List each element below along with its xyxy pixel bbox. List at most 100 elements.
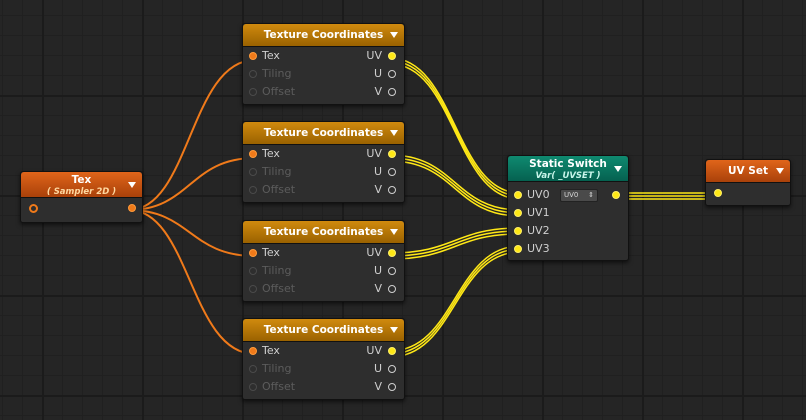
output-label-u: U: [373, 264, 382, 277]
tiling-input-pin-icon[interactable]: [249, 168, 257, 176]
input-label-offset: Offset: [262, 85, 296, 98]
texture-coordinates-node[interactable]: Texture Coordinates Tex UV Tiling U Offs…: [242, 220, 405, 302]
tex-node-header[interactable]: Tex ( Sampler 2D ): [21, 172, 142, 198]
collapse-arrow-icon[interactable]: [390, 229, 398, 235]
offset-input-pin-icon[interactable]: [249, 88, 257, 96]
v-output-pin-icon[interactable]: [388, 383, 396, 391]
wire-tc4-to-uv3-a: [389, 245, 521, 352]
texture-coordinates-header[interactable]: Texture Coordinates: [243, 319, 404, 342]
updown-arrows-icon: ⇕: [588, 191, 594, 199]
wire-tc4-to-uv3-c: [389, 251, 521, 358]
v-output-pin-icon[interactable]: [388, 88, 396, 96]
port-row-uv1: UV1: [508, 204, 628, 222]
texture-coordinates-node[interactable]: Texture Coordinates Tex UV Tiling U Offs…: [242, 121, 405, 203]
port-row-tex: Tex UV: [243, 342, 404, 360]
output-label-uv: UV: [366, 344, 382, 357]
offset-input-pin-icon[interactable]: [249, 285, 257, 293]
wire-tc3-to-uv2-a: [389, 227, 521, 254]
input-label-uv0: UV0: [527, 188, 550, 201]
input-label-tex: Tex: [262, 49, 280, 62]
uv1-input-pin-icon[interactable]: [514, 209, 522, 217]
u-output-pin-icon[interactable]: [388, 365, 396, 373]
v-output-pin-icon[interactable]: [388, 285, 396, 293]
wire-tc4-to-uv3-b: [389, 248, 521, 355]
uv-output-pin-icon[interactable]: [388, 150, 396, 158]
port-row-offset: Offset V: [243, 181, 404, 199]
tex-input-pin-icon[interactable]: [29, 204, 38, 213]
output-label-uv: UV: [366, 246, 382, 259]
tex-input-pin-icon[interactable]: [249, 347, 257, 355]
texture-coordinates-header[interactable]: Texture Coordinates: [243, 24, 404, 47]
uv-set-node[interactable]: UV Set: [705, 159, 791, 206]
uv3-input-pin-icon[interactable]: [514, 245, 522, 253]
collapse-arrow-icon[interactable]: [128, 181, 136, 188]
tex-input-pin-icon[interactable]: [249, 52, 257, 60]
tex-node-subtitle: ( Sampler 2D ): [46, 187, 117, 197]
static-switch-header[interactable]: Static Switch Var( _UVSET ): [508, 156, 628, 182]
tex-node[interactable]: Tex ( Sampler 2D ): [20, 171, 143, 223]
texture-coordinates-node[interactable]: Texture Coordinates Tex UV Tiling U Offs…: [242, 318, 405, 400]
port-row-tiling: Tiling U: [243, 163, 404, 181]
collapse-arrow-icon[interactable]: [390, 327, 398, 333]
port-row-tex: Tex UV: [243, 244, 404, 262]
uv-set-header[interactable]: UV Set: [706, 160, 790, 183]
tex-node-title: Tex: [71, 174, 92, 186]
port-row-tex: Tex UV: [243, 145, 404, 163]
input-label-offset: Offset: [262, 183, 296, 196]
uv-set-input-pin-icon[interactable]: [714, 189, 722, 197]
port-row-tiling: Tiling U: [243, 360, 404, 378]
node-title: Texture Coordinates: [263, 127, 384, 139]
texture-coordinates-node[interactable]: Texture Coordinates Tex UV Tiling U Offs…: [242, 23, 405, 105]
u-output-pin-icon[interactable]: [388, 70, 396, 78]
input-label-offset: Offset: [262, 380, 296, 393]
uv2-input-pin-icon[interactable]: [514, 227, 522, 235]
offset-input-pin-icon[interactable]: [249, 383, 257, 391]
collapse-arrow-icon[interactable]: [390, 32, 398, 38]
input-label-tiling: Tiling: [262, 165, 292, 178]
uvset-dropdown-value: UV0: [564, 191, 579, 199]
node-title: Texture Coordinates: [263, 226, 384, 238]
wire-tex-to-tc1: [128, 59, 256, 211]
output-pin-icon[interactable]: [612, 191, 620, 199]
tiling-input-pin-icon[interactable]: [249, 365, 257, 373]
wire-tc3-to-uv2-b: [389, 230, 521, 257]
uv0-input-pin-icon[interactable]: [514, 191, 522, 199]
wire-tex-to-tc3: [128, 209, 256, 257]
uv-output-pin-icon[interactable]: [388, 52, 396, 60]
uv-output-pin-icon[interactable]: [388, 249, 396, 257]
uvset-dropdown[interactable]: UV0 ⇕: [560, 189, 598, 202]
output-label-uv: UV: [366, 147, 382, 160]
input-label-uv2: UV2: [527, 224, 550, 237]
tex-input-pin-icon[interactable]: [249, 249, 257, 257]
u-output-pin-icon[interactable]: [388, 267, 396, 275]
wire-tc3-to-uv2-c: [389, 233, 521, 260]
input-label-tiling: Tiling: [262, 67, 292, 80]
texture-coordinates-header[interactable]: Texture Coordinates: [243, 122, 404, 145]
collapse-arrow-icon[interactable]: [390, 130, 398, 136]
texture-coordinates-header[interactable]: Texture Coordinates: [243, 221, 404, 244]
offset-input-pin-icon[interactable]: [249, 186, 257, 194]
wire-tc2-to-uv1-c: [389, 160, 521, 217]
output-label-v: V: [374, 282, 382, 295]
port-row-uv0: UV0 UV0 ⇕: [508, 186, 628, 204]
graph-canvas[interactable]: Tex ( Sampler 2D ) Texture Coordinates T…: [0, 0, 806, 420]
static-switch-node[interactable]: Static Switch Var( _UVSET ) UV0 UV0 ⇕ UV…: [507, 155, 629, 261]
v-output-pin-icon[interactable]: [388, 186, 396, 194]
output-label-u: U: [373, 362, 382, 375]
port-row-offset: Offset V: [243, 83, 404, 101]
tiling-input-pin-icon[interactable]: [249, 70, 257, 78]
wire-tc1-to-uv0-c: [389, 63, 521, 200]
collapse-arrow-icon[interactable]: [776, 168, 784, 174]
port-row-uv3: UV3: [508, 240, 628, 258]
static-switch-title: Static Switch: [529, 158, 607, 170]
tex-output-pin-icon[interactable]: [128, 204, 136, 212]
uv-output-pin-icon[interactable]: [388, 347, 396, 355]
input-label-offset: Offset: [262, 282, 296, 295]
port-row-tex: Tex UV: [243, 47, 404, 65]
port-row-offset: Offset V: [243, 280, 404, 298]
tex-input-pin-icon[interactable]: [249, 150, 257, 158]
tiling-input-pin-icon[interactable]: [249, 267, 257, 275]
collapse-arrow-icon[interactable]: [614, 165, 622, 172]
input-label-tiling: Tiling: [262, 264, 292, 277]
u-output-pin-icon[interactable]: [388, 168, 396, 176]
